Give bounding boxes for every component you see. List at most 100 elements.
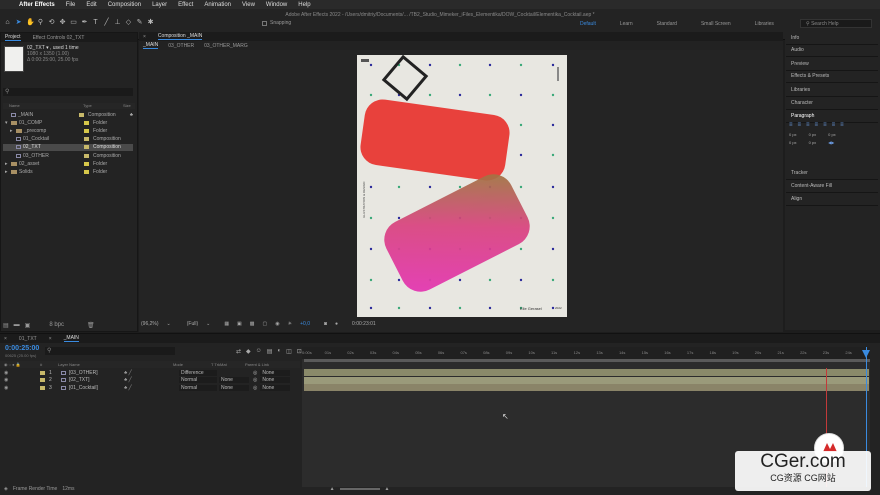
clone-tool-icon[interactable]: ⊥ <box>114 19 121 26</box>
label-color-swatch[interactable] <box>84 128 89 133</box>
exposure-value[interactable]: +0,0 <box>300 321 310 327</box>
disclosure-icon[interactable]: ▸ <box>10 128 14 134</box>
pickwhip-icon[interactable]: ◎ <box>253 370 257 376</box>
space-before-value[interactable]: 0 px <box>789 140 797 145</box>
project-item[interactable]: ▸ _precomp Folder <box>3 127 133 134</box>
brush-tool-icon[interactable]: ╱ <box>103 19 110 26</box>
space-after-value[interactable]: 0 px <box>809 140 817 145</box>
panel-character[interactable]: Character <box>791 100 813 106</box>
draft-3d-icon[interactable]: ◆ <box>246 348 251 355</box>
close-icon[interactable]: × <box>143 34 146 40</box>
menu-animation[interactable]: Animation <box>204 2 231 8</box>
indent-left-value[interactable]: 0 px <box>789 132 797 137</box>
new-comp-icon[interactable]: ▣ <box>25 322 31 329</box>
zoom-in-icon[interactable]: ▲ <box>385 486 390 492</box>
parent-dropdown[interactable]: None <box>260 384 291 391</box>
interpret-footage-icon[interactable]: ▤ <box>3 322 9 329</box>
trkmat-dropdown[interactable]: None <box>219 377 249 383</box>
hand-tool-icon[interactable]: ✋ <box>26 19 35 26</box>
zoom-tool-icon[interactable]: ⚲ <box>37 19 44 26</box>
menu-layer[interactable]: Layer <box>152 2 167 8</box>
label-color-swatch[interactable] <box>84 145 89 150</box>
menu-view[interactable]: View <box>242 2 255 8</box>
color-icon[interactable]: ● <box>335 321 338 327</box>
panel-content-aware-fill[interactable]: Content-Aware Fill <box>791 183 832 189</box>
label-color-swatch[interactable] <box>84 137 89 142</box>
project-search-input[interactable]: ⚲ <box>3 88 133 96</box>
project-item[interactable]: ▾ 01_COMP Folder <box>3 119 133 126</box>
zoom-slider[interactable] <box>339 488 380 490</box>
label-color-swatch[interactable] <box>84 120 89 125</box>
chevron-down-icon[interactable]: ⌄ <box>206 321 210 327</box>
snapping-toggle[interactable]: Snapping <box>262 20 291 26</box>
label-color-swatch[interactable] <box>79 112 84 117</box>
region-icon[interactable]: ▢ <box>263 321 268 327</box>
layer-switches[interactable]: ♣ ╱ <box>124 370 179 376</box>
justify-all-icon[interactable]: ≡ <box>840 122 844 128</box>
panel-info[interactable]: Info <box>791 35 799 41</box>
render-icon[interactable]: ◈ <box>4 486 8 492</box>
blend-mode-dropdown[interactable]: Normal <box>179 377 217 383</box>
eraser-tool-icon[interactable]: ◇ <box>125 19 132 26</box>
workspace-standard[interactable]: Standard <box>657 21 677 27</box>
project-item[interactable]: ▸ 02_asset Folder <box>3 160 133 167</box>
app-menu[interactable]: After Effects <box>19 2 55 8</box>
pen-tool-icon[interactable]: ✒ <box>81 19 88 26</box>
panel-preview[interactable]: Preview <box>791 61 809 67</box>
pan-behind-icon[interactable]: ✥ <box>59 19 66 26</box>
col-size[interactable]: Size <box>123 103 131 109</box>
home-icon[interactable]: ⌂ <box>4 19 11 26</box>
orbit-tool-icon[interactable]: ⟲ <box>48 19 55 26</box>
align-right-icon[interactable]: ≡ <box>806 122 810 128</box>
pickwhip-icon[interactable]: ◎ <box>253 385 257 391</box>
menu-edit[interactable]: Edit <box>86 2 96 8</box>
panel-effects-presets[interactable]: Effects & Presets <box>791 73 829 79</box>
col-type[interactable]: Type <box>83 103 123 109</box>
disclosure-icon[interactable]: ▾ <box>5 120 9 126</box>
menu-help[interactable]: Help <box>298 2 310 8</box>
trkmat-dropdown[interactable]: None <box>219 384 249 391</box>
menu-composition[interactable]: Composition <box>108 2 141 8</box>
blend-mode-dropdown[interactable]: Normal <box>179 384 217 391</box>
project-item[interactable]: _MAIN Composition ♣ <box>3 111 133 118</box>
frame-blend-icon[interactable]: ▤ <box>267 348 273 355</box>
layer-duration-bar[interactable] <box>304 376 869 384</box>
eye-icon[interactable]: ◉ <box>0 370 40 376</box>
layer-switches[interactable]: ♣ ╱ <box>124 385 179 391</box>
eye-icon[interactable]: ◉ <box>0 377 40 383</box>
layer-row[interactable]: ◉ 1 [03_OTHER] ♣ ╱ Difference ◎ None <box>0 369 300 376</box>
tab-composition-main[interactable]: Composition _MAIN <box>157 33 203 40</box>
align-center-icon[interactable]: ≡ <box>798 122 802 128</box>
roto-tool-icon[interactable]: ✎ <box>136 19 143 26</box>
motion-blur-icon[interactable]: ◐ <box>277 348 281 355</box>
layer-name[interactable]: [01_Cocktail] <box>69 385 124 391</box>
rectangle-tool-icon[interactable]: ▭ <box>70 19 77 26</box>
zoom-dropdown[interactable]: (96,2%) <box>141 321 159 327</box>
align-left-icon[interactable]: ≡ <box>789 122 793 128</box>
pickwhip-icon[interactable]: ◎ <box>253 377 257 383</box>
breadcrumb-other-marg[interactable]: 03_OTHER_MARG <box>204 43 248 49</box>
panel-libraries[interactable]: Libraries <box>791 87 810 93</box>
workspace-learn[interactable]: Learn <box>620 21 633 27</box>
time-ruler[interactable] <box>302 347 870 359</box>
justify-right-icon[interactable]: ≡ <box>832 122 836 128</box>
chevron-down-icon[interactable]: ⌄ <box>167 321 171 327</box>
exposure-icon[interactable]: ☀ <box>288 321 292 327</box>
project-item[interactable]: ▸ Solids Folder <box>3 168 133 175</box>
tab-main[interactable]: _MAIN <box>63 335 79 342</box>
panel-align[interactable]: Align <box>791 196 802 202</box>
label-color-swatch[interactable] <box>84 161 89 166</box>
comp-flowchart-icon[interactable]: ⇄ <box>236 348 241 355</box>
indent-first-value[interactable]: 0 px <box>828 132 836 137</box>
layer-duration-bar[interactable] <box>304 384 869 391</box>
composition-canvas[interactable] <box>357 54 567 317</box>
close-icon[interactable]: × <box>4 336 7 342</box>
menu-file[interactable]: File <box>66 2 76 8</box>
workspace-small-screen[interactable]: Small Screen <box>701 21 731 27</box>
project-item[interactable]: 02_TXT Composition <box>3 143 133 151</box>
label-color-swatch[interactable] <box>40 378 45 382</box>
graph-editor-icon[interactable]: ◫ <box>286 348 292 355</box>
panel-audio[interactable]: Audio <box>791 47 804 53</box>
shy-icon[interactable]: ☺ <box>256 348 262 355</box>
label-color-swatch[interactable] <box>84 153 89 158</box>
